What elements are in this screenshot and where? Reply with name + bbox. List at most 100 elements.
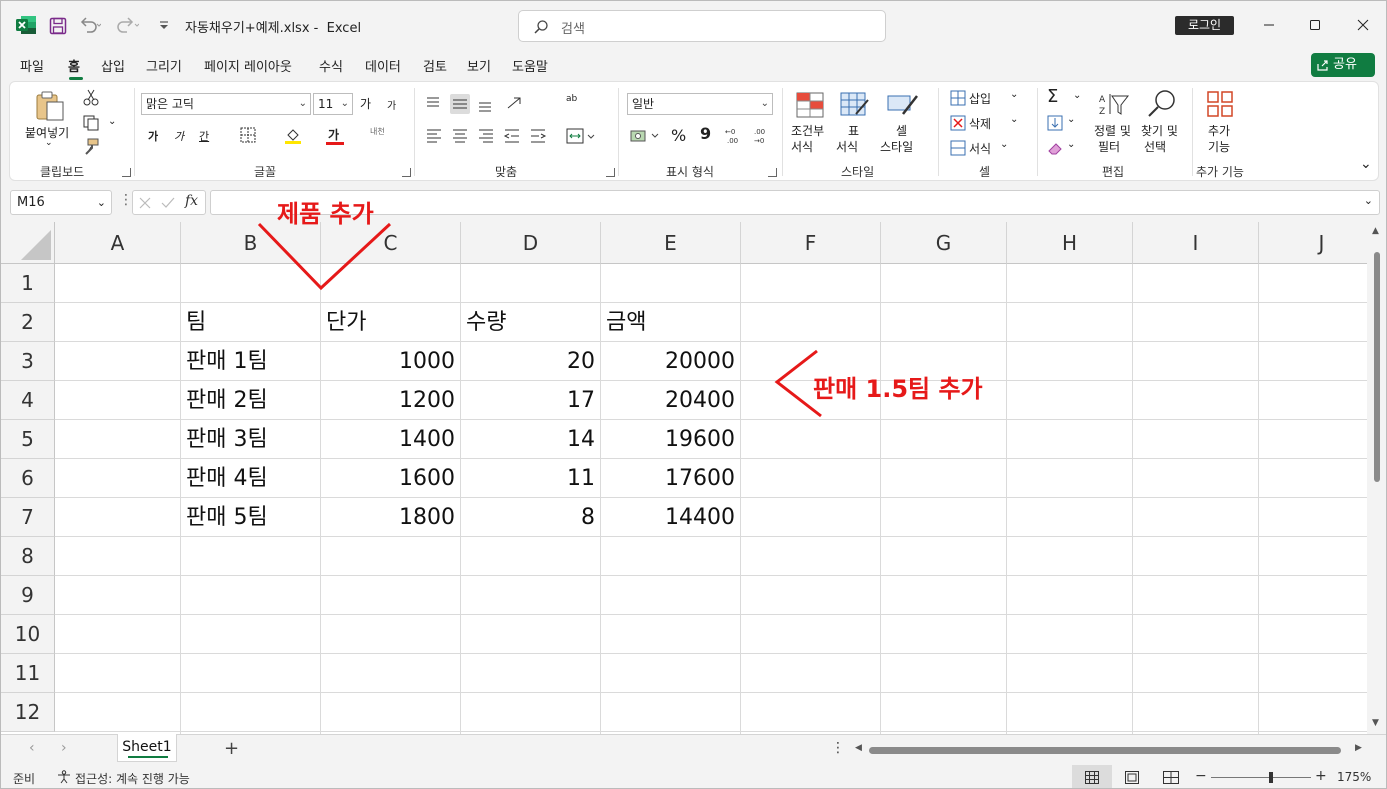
- add-ins-label-1[interactable]: 추가: [1208, 122, 1230, 139]
- row-header-9[interactable]: 9: [1, 576, 55, 615]
- row-header-3[interactable]: 3: [1, 342, 55, 381]
- alignment-launcher-icon[interactable]: [606, 168, 615, 177]
- add-ins-icon[interactable]: [1206, 90, 1234, 118]
- cell-d3[interactable]: 20: [461, 342, 600, 381]
- underline-button[interactable]: 간: [199, 128, 209, 144]
- search-box[interactable]: 검색: [518, 10, 886, 42]
- zoom-slider-handle[interactable]: [1269, 772, 1273, 783]
- phonetic-button[interactable]: 내천: [370, 126, 385, 137]
- cell-c4[interactable]: 1200: [321, 381, 460, 420]
- chevron-down-icon[interactable]: ⌄: [1067, 114, 1075, 125]
- row-header-8[interactable]: 8: [1, 537, 55, 576]
- redo-icon[interactable]: [117, 15, 139, 35]
- delete-cells-label[interactable]: 삭제: [969, 115, 991, 132]
- tab-insert[interactable]: 삽입: [101, 56, 125, 75]
- expand-formula-icon[interactable]: ⌄: [1364, 194, 1373, 207]
- sort-filter-icon[interactable]: AZ: [1098, 90, 1130, 118]
- page-break-view-icon[interactable]: [1163, 771, 1179, 784]
- insert-cells-icon[interactable]: [950, 90, 966, 106]
- delete-cells-icon[interactable]: [950, 115, 966, 131]
- font-launcher-icon[interactable]: [402, 168, 411, 177]
- sort-filter-label-2[interactable]: 필터: [1098, 138, 1120, 155]
- grow-font-button[interactable]: 가: [360, 95, 371, 112]
- column-header-g[interactable]: G: [881, 222, 1007, 264]
- tab-formulas[interactable]: 수식: [319, 56, 343, 75]
- name-box[interactable]: M16 ⌄: [10, 190, 112, 215]
- fill-icon[interactable]: [1047, 115, 1063, 131]
- chevron-down-icon[interactable]: ⌄: [1073, 90, 1081, 101]
- more-options-icon[interactable]: ⋮: [119, 192, 133, 208]
- cancel-icon[interactable]: [139, 197, 151, 209]
- chevron-down-icon[interactable]: ⌄: [1067, 139, 1075, 150]
- prev-sheet-icon[interactable]: ‹: [29, 740, 35, 756]
- zoom-level[interactable]: 175%: [1337, 770, 1371, 784]
- format-painter-icon[interactable]: [82, 138, 100, 156]
- conditional-format-label-1[interactable]: 조건부: [791, 122, 824, 139]
- wrap-text-button[interactable]: ab: [566, 94, 577, 104]
- close-icon[interactable]: [1351, 13, 1375, 37]
- add-sheet-icon[interactable]: +: [224, 738, 239, 759]
- italic-button[interactable]: 가: [174, 128, 184, 144]
- format-cells-label[interactable]: 서식: [969, 140, 991, 157]
- sheet-tab-sheet1[interactable]: Sheet1: [117, 734, 177, 762]
- cell-d7[interactable]: 8: [461, 498, 600, 537]
- cell-d2[interactable]: 수량: [461, 303, 600, 342]
- table-format-label-1[interactable]: 표: [848, 122, 859, 139]
- percent-style-button[interactable]: %: [671, 126, 686, 145]
- format-as-table-icon[interactable]: [840, 92, 870, 118]
- cell-style-label-2[interactable]: 스타일: [880, 138, 913, 155]
- cell-c5[interactable]: 1400: [321, 420, 460, 459]
- vertical-align-icons[interactable]: [424, 94, 544, 114]
- cell-e2[interactable]: 금액: [601, 303, 740, 342]
- spreadsheet-grid[interactable]: ABCDEFGHIJ 1 2 3 4 5 6 7 8 9 10 11 12 팀 단가 수량 금액 판매 1팀 1…: [1, 222, 1367, 734]
- clear-icon[interactable]: [1047, 140, 1063, 156]
- minimize-icon[interactable]: [1257, 13, 1281, 37]
- maximize-icon[interactable]: [1303, 13, 1327, 37]
- paste-dropdown-icon[interactable]: ⌄: [45, 138, 53, 148]
- find-select-label-2[interactable]: 선택: [1144, 138, 1166, 155]
- find-select-icon[interactable]: [1146, 88, 1178, 118]
- tab-view[interactable]: 보기: [467, 56, 491, 75]
- zoom-in-icon[interactable]: +: [1315, 768, 1327, 784]
- row-header-6[interactable]: 6: [1, 459, 55, 498]
- cell-b7[interactable]: 판매 5팀: [181, 498, 320, 537]
- merge-center-icon[interactable]: [566, 126, 596, 146]
- cell-b2[interactable]: 팀: [181, 303, 320, 342]
- column-header-d[interactable]: D: [461, 222, 601, 264]
- cell-styles-icon[interactable]: [887, 92, 919, 118]
- row-header-12[interactable]: 12: [1, 693, 55, 732]
- undo-icon[interactable]: [79, 15, 101, 35]
- select-all-button[interactable]: [1, 222, 55, 264]
- tab-page-layout[interactable]: 페이지 레이아웃: [204, 56, 292, 75]
- number-launcher-icon[interactable]: [768, 168, 777, 177]
- clipboard-launcher-icon[interactable]: [122, 168, 131, 177]
- tab-draw[interactable]: 그리기: [146, 56, 182, 75]
- row-header-10[interactable]: 10: [1, 615, 55, 654]
- chevron-down-icon[interactable]: ⌄: [1010, 114, 1018, 125]
- find-select-label-1[interactable]: 찾기 및: [1141, 122, 1178, 139]
- autosum-icon[interactable]: Σ: [1047, 86, 1058, 107]
- share-button[interactable]: 공유: [1311, 53, 1375, 77]
- ribbon-collapse-icon[interactable]: ⌄: [1360, 156, 1372, 172]
- formula-input[interactable]: ⌄: [210, 190, 1380, 215]
- horizontal-scroll-thumb[interactable]: [869, 747, 1341, 754]
- scroll-down-icon[interactable]: ▼: [1372, 718, 1379, 728]
- zoom-slider[interactable]: [1211, 777, 1311, 778]
- cell-b3[interactable]: 판매 1팀: [181, 342, 320, 381]
- sort-filter-label-1[interactable]: 정렬 및: [1094, 122, 1131, 139]
- tab-file[interactable]: 파일: [20, 56, 44, 75]
- column-header-a[interactable]: A: [55, 222, 181, 264]
- scroll-up-icon[interactable]: ▲: [1372, 226, 1379, 236]
- table-format-label-2[interactable]: 서식: [836, 138, 858, 155]
- cut-icon[interactable]: [82, 88, 100, 106]
- copy-dropdown-icon[interactable]: ⌄: [108, 116, 116, 127]
- row-header-2[interactable]: 2: [1, 303, 55, 342]
- cell-c6[interactable]: 1600: [321, 459, 460, 498]
- cell-c3[interactable]: 1000: [321, 342, 460, 381]
- number-format-select[interactable]: 일반 ⌄: [627, 93, 773, 115]
- next-sheet-icon[interactable]: ›: [61, 740, 67, 756]
- cell-c2[interactable]: 단가: [321, 303, 460, 342]
- vertical-scroll-thumb[interactable]: [1374, 252, 1380, 482]
- zoom-out-icon[interactable]: −: [1195, 768, 1207, 784]
- scroll-left-icon[interactable]: ◀: [855, 743, 862, 753]
